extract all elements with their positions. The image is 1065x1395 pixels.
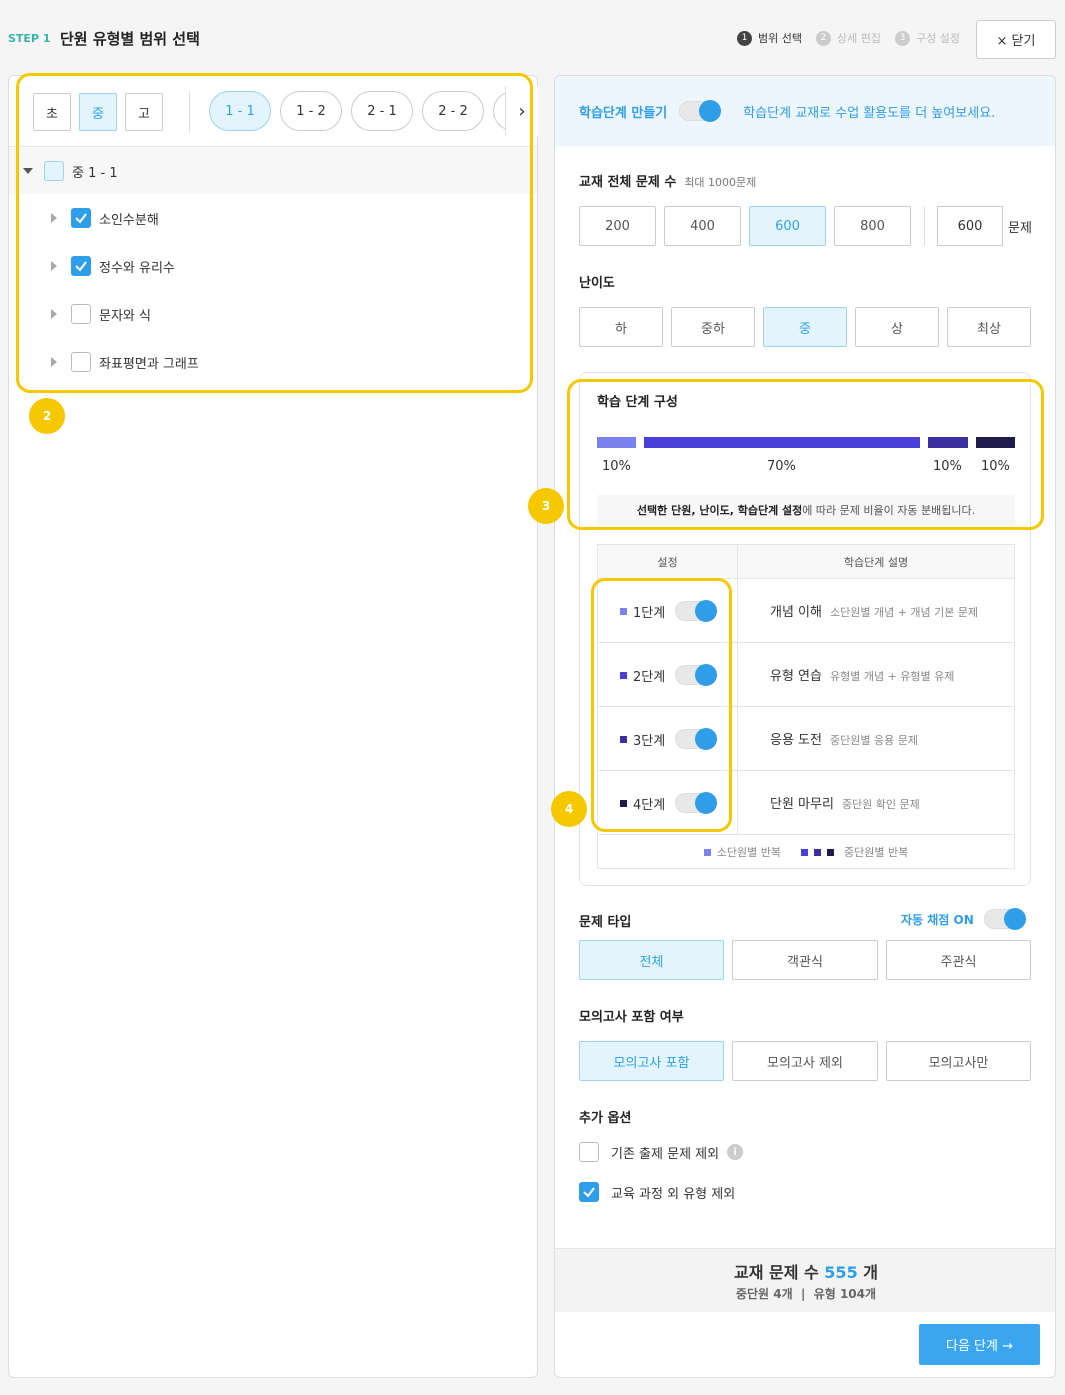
auto-grading-label: 자동 채점 ON [901, 912, 974, 927]
summary-number: 555 [824, 1263, 858, 1282]
stage-name: 단원 마무리 [770, 797, 834, 812]
legend-label: 중단원별 반복 [844, 846, 909, 859]
step-number: 3 [895, 30, 911, 46]
stage-desc: 유형별 개념 + 유형별 유제 [829, 670, 955, 683]
type-title: 문제 타입 [579, 915, 632, 930]
legend-label: 소단원별 반복 [716, 846, 781, 859]
banner-description: 학습단계 교재로 수업 활용도를 더 높여보세요. [743, 105, 996, 121]
type-option-button[interactable]: 주관식 [886, 940, 1031, 980]
learning-stage-banner: 학습단계 만들기 학습단계 교재로 수업 활용도를 더 높여보세요. [555, 76, 1055, 146]
annotation-marker: 4 [551, 791, 587, 827]
step-label-text: 구성 설정 [916, 32, 960, 45]
table-header: 설정 학습단계 설명 [598, 545, 1014, 579]
step-number: 1 [737, 30, 753, 46]
type-option-button[interactable]: 객관식 [732, 940, 878, 980]
legend-swatch [814, 848, 821, 856]
stepper: 1 범위 선택 2 상세 편집 3 구성 설정 [737, 30, 960, 46]
stage-desc-cell: 개념 이해 소단원별 개념 + 개념 기본 문제 [770, 601, 978, 620]
summary-bar: 교재 문제 수 555 개 중단원 4개 | 유형 104개 [555, 1248, 1055, 1312]
stage-desc: 소단원별 개념 + 개념 기본 문제 [829, 606, 979, 619]
step-label-text: 상세 편집 [837, 32, 882, 45]
stage-desc-cell: 응용 도전 중단원별 응용 문제 [770, 729, 918, 748]
stepper-item-1: 1 범위 선택 [737, 30, 802, 46]
toggle-knob [1003, 908, 1026, 930]
auto-grading-toggle[interactable] [983, 908, 1026, 930]
summary-count: 교재 문제 수 555 개 [555, 1259, 1055, 1283]
count-option-button[interactable]: 600 [749, 206, 826, 246]
extra-option-2[interactable]: 교육 과정 외 유형 제외 [579, 1182, 735, 1202]
page-title: 단원 유형별 범위 선택 [60, 30, 200, 48]
count-section-header: 교재 전체 문제 수 최대 1000문제 [579, 171, 756, 190]
legend-swatch [703, 848, 711, 856]
auto-grading: 자동 채점 ON [901, 908, 1026, 930]
mock-options: 모의고사 포함 모의고사 제외 모의고사만 [579, 1041, 1031, 1081]
type-options: 전체 객관식 주관식 [579, 940, 1031, 980]
stepper-item-2: 2 상세 편집 [816, 30, 881, 46]
info-icon[interactable]: i [727, 1144, 744, 1160]
highlight-box [567, 379, 1044, 530]
stage-name: 유형 연습 [770, 669, 822, 684]
difficulty-option-button[interactable]: 최상 [947, 307, 1031, 347]
learning-stage-toggle[interactable] [679, 100, 722, 122]
close-button[interactable]: × 닫기 [976, 20, 1056, 59]
step-label-text: 범위 선택 [758, 32, 803, 45]
highlight-box [591, 578, 732, 832]
difficulty-option-button[interactable]: 중하 [671, 307, 755, 347]
difficulty-option-button[interactable]: 중 [763, 307, 847, 347]
extra-option-1[interactable]: 기존 출제 문제 제외 i [579, 1142, 744, 1162]
exclude-previous-checkbox[interactable] [579, 1142, 599, 1162]
count-options: 200 400 600 800 [579, 206, 911, 246]
next-step-button[interactable]: 다음 단계 → [919, 1324, 1040, 1365]
count-hint: 최대 1000문제 [684, 176, 757, 189]
mock-option-button[interactable]: 모의고사 제외 [732, 1041, 878, 1081]
summary-sub: 중단원 4개 | 유형 104개 [735, 1287, 877, 1301]
mock-title: 모의고사 포함 여부 [579, 1010, 684, 1025]
mock-option-button[interactable]: 모의고사 포함 [579, 1041, 724, 1081]
stage-name: 응용 도전 [770, 733, 822, 748]
count-option-button[interactable]: 800 [834, 206, 911, 246]
count-option-button[interactable]: 200 [579, 206, 656, 246]
extra-option-label: 교육 과정 외 유형 제외 [611, 1186, 736, 1202]
stage-desc-cell: 단원 마무리 중단원 확인 문제 [770, 793, 920, 812]
legend-swatch [827, 848, 834, 856]
summary-prefix: 교재 문제 수 [733, 1263, 819, 1282]
stage-desc: 중단원별 응용 문제 [829, 734, 918, 747]
highlight-box [16, 73, 533, 393]
type-option-button[interactable]: 전체 [579, 940, 724, 980]
divider [924, 206, 925, 246]
learning-stage-toggle-label: 학습단계 만들기 [579, 105, 668, 121]
annotation-marker: 2 [29, 398, 65, 434]
count-input[interactable] [937, 206, 1003, 246]
stage-name: 개념 이해 [770, 605, 822, 620]
section-title: 교재 전체 문제 수 [579, 175, 677, 190]
annotation-marker: 3 [528, 488, 564, 524]
stage-desc: 중단원 확인 문제 [841, 798, 920, 811]
difficulty-options: 하 중하 중 상 최상 [579, 307, 1031, 347]
count-unit: 문제 [1008, 220, 1032, 236]
mock-option-button[interactable]: 모의고사만 [886, 1041, 1031, 1081]
count-option-button[interactable]: 400 [664, 206, 741, 246]
check-icon [583, 1187, 595, 1198]
extra-title: 추가 옵션 [579, 1111, 632, 1126]
step-number: 2 [816, 30, 832, 46]
extra-option-label: 기존 출제 문제 제외 [611, 1146, 720, 1162]
stepper-item-3: 3 구성 설정 [895, 30, 960, 46]
exclude-out-of-curriculum-checkbox[interactable] [579, 1182, 599, 1202]
summary-suffix: 개 [863, 1263, 879, 1282]
count-custom: 문제 [937, 206, 1032, 246]
table-header-cell: 설정 [598, 545, 738, 579]
difficulty-title: 난이도 [579, 276, 615, 291]
legend-swatch [801, 848, 808, 856]
toggle-knob [699, 100, 722, 122]
stage-desc-cell: 유형 연습 유형별 개념 + 유형별 유제 [770, 665, 954, 684]
table-header-cell: 학습단계 설명 [843, 556, 909, 569]
step-label: STEP 1 [8, 32, 51, 45]
difficulty-option-button[interactable]: 하 [579, 307, 663, 347]
table-legend: 소단원별 반복 중단원별 반복 [598, 835, 1014, 869]
difficulty-option-button[interactable]: 상 [855, 307, 939, 347]
